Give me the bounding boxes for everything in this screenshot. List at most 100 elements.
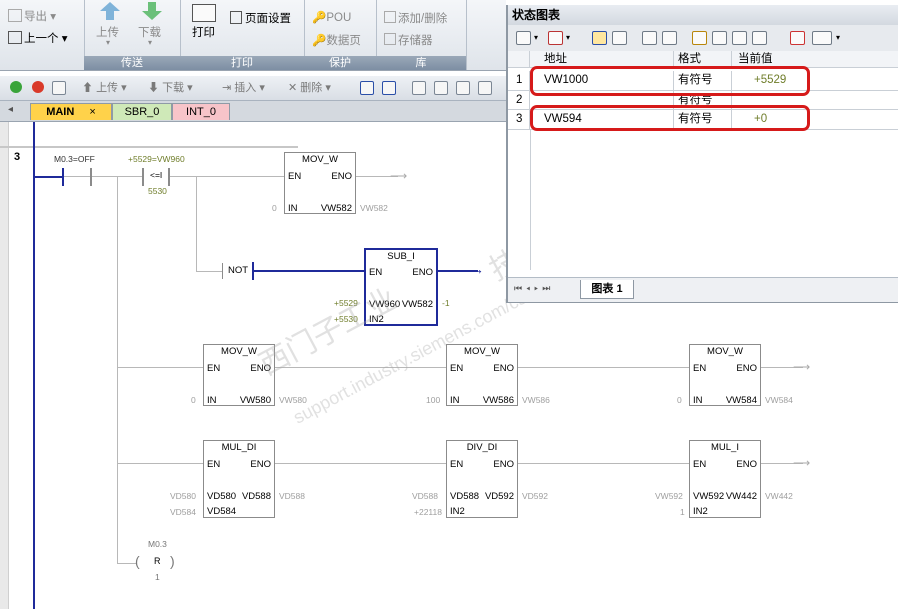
mul-di-out-value: VD588 [279, 491, 305, 501]
stop-icon[interactable] [32, 81, 44, 93]
toolbar-upload-icon: ⬆ [82, 82, 93, 94]
row-number: 1 [508, 71, 530, 90]
add-row-icon[interactable] [516, 31, 531, 45]
left-power-rail [33, 122, 35, 609]
toolbar-insert-button[interactable]: ⇥ 插入 ▾ [222, 79, 265, 97]
toolbar-download-button[interactable]: ⬇ 下载 ▾ [148, 79, 193, 97]
toolbar-icon-a[interactable] [412, 81, 426, 95]
unforce-all-icon[interactable] [732, 31, 747, 45]
download-dropdown-icon[interactable]: ▾ [148, 38, 152, 47]
chart-status-icon[interactable] [592, 31, 607, 45]
sub-title: SUB_I [387, 251, 415, 262]
mov4-out: VW584 [725, 395, 757, 406]
trend-view-icon[interactable] [790, 31, 805, 45]
pou-button[interactable]: 🔑POU [312, 10, 351, 24]
run-icon[interactable] [10, 81, 22, 93]
pause-chart-icon[interactable] [612, 31, 627, 45]
monitor-pause-icon[interactable] [382, 81, 396, 95]
add-delete-button[interactable]: 添加/删除 [384, 10, 447, 26]
network-separator [0, 146, 298, 148]
wire-mul-div [275, 463, 446, 464]
mov2-in-value: 0 [191, 395, 196, 405]
mov3-eno: ENO [493, 363, 514, 374]
branch-vertical-a [117, 176, 118, 564]
compare-operator[interactable]: <=I [150, 170, 162, 180]
force-lock-icon[interactable] [692, 31, 707, 45]
pencil-icon[interactable] [662, 31, 677, 45]
div-di-box[interactable]: DIV_DI EN ENO VD588 VD592 IN2 [446, 440, 518, 518]
tab-main[interactable]: MAIN × [30, 103, 112, 120]
not-contact-label[interactable]: NOT [228, 265, 248, 276]
mul-di-box[interactable]: MUL_DI EN ENO VD580 VD588 VD584 [203, 440, 275, 518]
delete-row-icon[interactable] [548, 31, 563, 45]
header-format: 格式 [674, 51, 732, 67]
status-chart-sheet-bar: ⏮◂▸⏭ 图表 1 [508, 277, 898, 302]
mul-i-box[interactable]: MUL_I EN ENO VW592 VW442 IN2 [689, 440, 761, 518]
insert-icon: ⇥ [222, 82, 232, 94]
compare-left-bar [142, 168, 144, 186]
tab-main-close-icon[interactable]: × [89, 106, 95, 118]
sheet-tab-chart-1[interactable]: 图表 1 [580, 280, 634, 299]
sheet-nav-icons[interactable]: ⏮◂▸⏭ [514, 283, 554, 294]
datapage-button[interactable]: 🔑数据页 [312, 32, 361, 48]
mov-w-box-1[interactable]: MOV_W EN ENO IN VW582 [284, 152, 356, 214]
mov2-in: IN [207, 395, 217, 406]
mul-di-in1: VD580 [207, 491, 237, 502]
contact-m0-3-label[interactable]: M0.3=OFF [54, 154, 95, 164]
toolbar-delete-button[interactable]: ✕ 删除 ▾ [288, 79, 331, 97]
div-di-in1: VD588 [450, 491, 480, 502]
tag-dropdown-icon[interactable]: ▾ [836, 33, 840, 42]
mul-di-out: VD588 [241, 491, 271, 502]
upload-icon [100, 2, 120, 20]
grid-line-a [530, 130, 531, 270]
tabs-scroll-left-icon[interactable]: ◂ [8, 104, 13, 115]
toolbar-icon-d[interactable] [478, 81, 492, 95]
upload-dropdown-icon[interactable]: ▾ [106, 38, 110, 47]
toolbar-download-icon: ⬇ [148, 82, 159, 94]
div-di-in2: IN2 [450, 506, 465, 517]
mov-w-box-4[interactable]: MOV_W EN ENO IN VW584 [689, 344, 761, 406]
wire-to-mov1 [170, 176, 284, 177]
memory-button[interactable]: 存储器 [384, 32, 433, 48]
wire-to-mov2 [117, 367, 203, 368]
pou-key-icon: 🔑 [312, 12, 327, 24]
monitor-program-icon[interactable] [360, 81, 374, 95]
add-row-dropdown-icon[interactable]: ▾ [534, 33, 538, 42]
ribbon: 导出 ▾ 上一个 ▾ 上传 下载 ▾ ▾ 传送 打印 页面设置 打印 🔑POU … [0, 0, 506, 71]
mul-i-in2-value: 1 [680, 507, 685, 517]
read-forced-icon[interactable] [752, 31, 767, 45]
mov3-en: EN [450, 363, 464, 374]
unforce-icon[interactable] [712, 31, 727, 45]
tab-int-0[interactable]: INT_0 [172, 103, 230, 120]
compare-right-bar [168, 168, 170, 186]
highlight-row-1 [530, 66, 810, 96]
mul-di-in2-value: VD584 [170, 507, 196, 517]
reset-coil-op[interactable]: R [154, 556, 161, 566]
print-button[interactable]: 打印 [192, 24, 215, 40]
contact-right-bar [90, 168, 92, 186]
toolbar-upload-button[interactable]: ⬆ 上传 ▾ [82, 79, 127, 97]
delete-row-dropdown-icon[interactable]: ▾ [566, 33, 570, 42]
mov4-in: IN [693, 395, 703, 406]
mul-i-out-value: VW442 [765, 491, 793, 501]
header-current-value: 当前值 [738, 53, 773, 65]
reset-coil-left-paren: ( [135, 553, 140, 569]
mul-di-in1-value: VD580 [170, 491, 196, 501]
export-button[interactable]: 导出 ▾ [8, 8, 56, 24]
mov1-en: EN [288, 171, 302, 182]
add-delete-icon [384, 11, 396, 23]
library-group-title: 库 [376, 56, 466, 70]
mov3-in: IN [450, 395, 460, 406]
tab-sbr-0[interactable]: SBR_0 [112, 103, 172, 120]
previous-button[interactable]: 上一个 ▾ [8, 30, 67, 46]
compile-icon[interactable] [52, 81, 66, 95]
page-setup-button[interactable]: 页面设置 [230, 10, 291, 26]
toolbar-icon-b[interactable] [434, 81, 448, 95]
mov4-en: EN [693, 363, 707, 374]
tag-icon[interactable] [812, 31, 832, 45]
div-di-out-value: VD592 [522, 491, 548, 501]
toolbar-icon-c[interactable] [456, 81, 470, 95]
mov-w-box-3[interactable]: MOV_W EN ENO IN VW586 [446, 344, 518, 406]
sub-out-value: -1 [442, 298, 450, 308]
glasses-icon[interactable] [642, 31, 657, 45]
